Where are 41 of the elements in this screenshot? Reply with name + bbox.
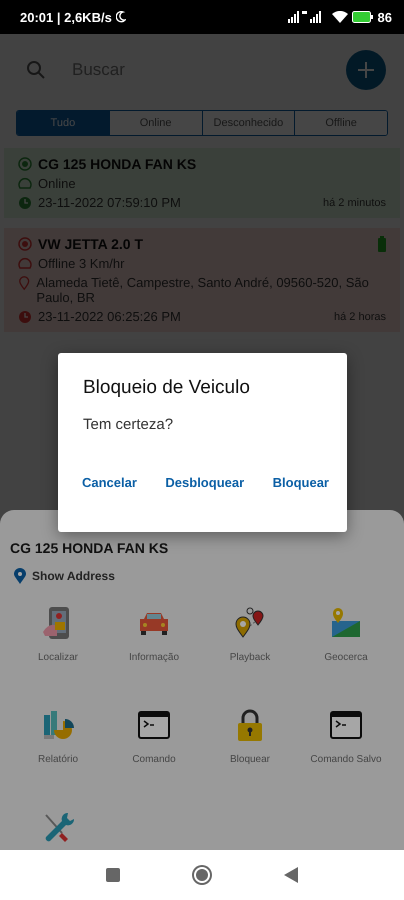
dialog-title: Bloqueio de Veiculo: [82, 377, 251, 399]
vehicle-name: VW JETTA 2.0 T: [38, 236, 144, 252]
speed-icon: [18, 176, 32, 190]
status-time: 20:01 | 2,6KB/s: [20, 10, 112, 24]
battery-icon: [352, 11, 374, 23]
show-address-link[interactable]: Show Address: [32, 569, 115, 583]
dialog-button[interactable]: Bloquear: [264, 471, 337, 494]
clock-icon: [18, 310, 32, 324]
chart-report-icon[interactable]: [42, 708, 74, 742]
dialog-message: Tem certeza?: [82, 416, 174, 433]
terminal-icon[interactable]: [138, 708, 170, 742]
action-label: Bloquear: [230, 754, 270, 765]
status-icon: [18, 237, 32, 251]
battery-icon: [378, 236, 386, 252]
plus-icon: [356, 60, 376, 80]
clock-icon: [18, 196, 32, 210]
moon-icon: [116, 11, 126, 23]
status-icon: [18, 157, 32, 171]
filter-tab[interactable]: Tudo: [17, 111, 110, 135]
speed-icon: [18, 256, 32, 270]
location-pin-icon: [14, 568, 26, 584]
vehicle-name: CG 125 HONDA FAN KS: [38, 156, 196, 172]
back-button[interactable]: [284, 867, 298, 883]
route-pins-icon[interactable]: [234, 606, 266, 640]
terminal-icon[interactable]: [330, 708, 362, 742]
home-button[interactable]: [196, 869, 208, 881]
action-label: Comando Salvo: [310, 754, 382, 765]
action-label: Geocerca: [324, 652, 368, 663]
dialog-button[interactable]: Cancelar: [74, 471, 145, 494]
action-label: Comando: [132, 754, 176, 765]
padlock-icon[interactable]: [237, 708, 263, 742]
sheet-title: CG 125 HONDA FAN KS: [10, 540, 170, 556]
action-label: Playback: [230, 652, 270, 663]
action-label: Localizar: [38, 652, 78, 663]
wifi-icon: [332, 11, 348, 23]
dialog-button[interactable]: Desbloquear: [157, 471, 252, 494]
location-pin-icon: [18, 275, 30, 291]
battery-level: 86: [378, 10, 392, 24]
action-label: Relatório: [38, 754, 78, 765]
action-label: Informação: [128, 652, 180, 663]
map-pin-icon[interactable]: [330, 606, 362, 640]
